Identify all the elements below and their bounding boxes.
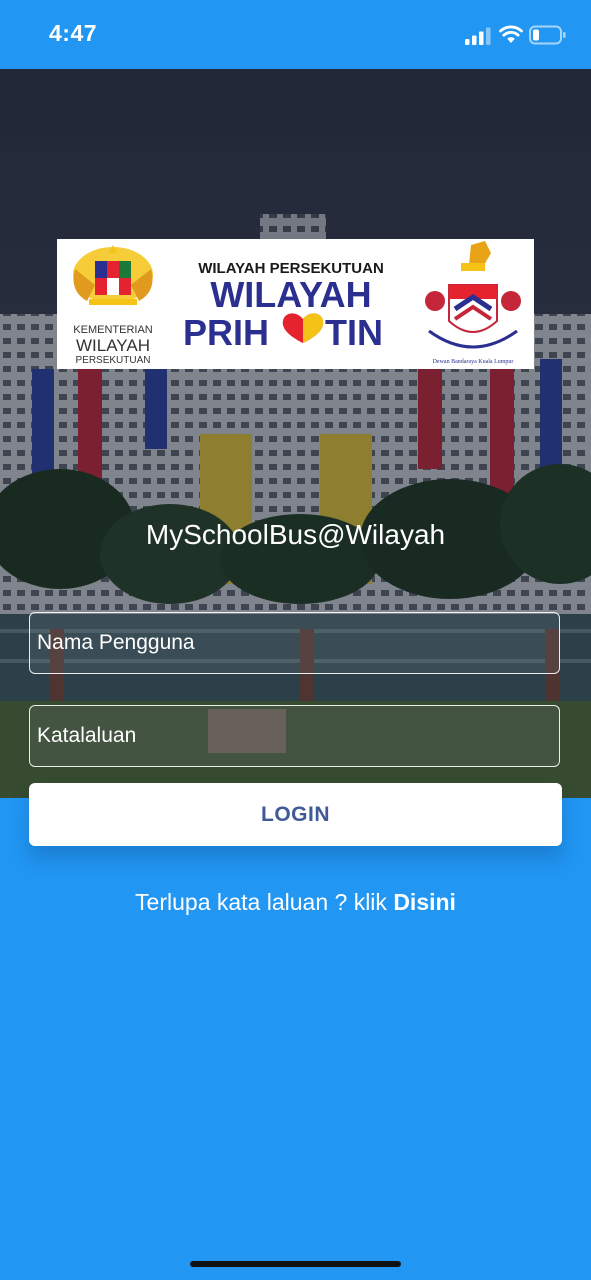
username-field-container [29,612,560,674]
svg-text:WILAYAH: WILAYAH [210,274,371,315]
password-field-container [29,705,560,767]
app-title: MySchoolBus@Wilayah [145,519,446,550]
dbkl-crest-icon [425,241,521,349]
hero-background-image [0,69,591,798]
hero-dark-overlay [0,69,591,798]
svg-text:PERSEKUTUAN: PERSEKUTUAN [75,355,150,366]
username-input[interactable] [30,613,559,673]
forgot-password-row: Terlupa kata laluan ? klik Disini [0,889,591,916]
svg-text:WILAYAH: WILAYAH [76,336,150,355]
login-button[interactable]: LOGIN [29,783,562,846]
status-bar: 4:47 [0,0,591,69]
svg-text:Dewan Bandaraya Kuala Lumpur: Dewan Bandaraya Kuala Lumpur [433,359,514,365]
forgot-password-link[interactable]: Disini [393,889,456,915]
wilayah-prihatin-banner: KEMENTERIAN WILAYAH PERSEKUTUAN WILAYAH … [57,239,534,369]
svg-text:KEMENTERIAN: KEMENTERIAN [73,324,153,336]
password-input[interactable] [30,706,559,766]
svg-text:TIN: TIN [325,312,383,353]
svg-text:PRIH: PRIH [183,312,269,353]
battery-icon [529,25,566,45]
forgot-password-text: Terlupa kata laluan ? klik [135,889,394,915]
login-screen: 4:47 KEMENTERIAN WILAYAH PERSEKUTUAN WIL… [0,0,591,1280]
heart-icon [282,313,324,343]
wifi-icon [499,25,523,43]
status-time: 4:47 [49,20,98,46]
home-indicator[interactable] [190,1261,401,1267]
malaysia-coat-of-arms-icon [73,245,153,305]
cellular-signal-icon [465,27,491,45]
